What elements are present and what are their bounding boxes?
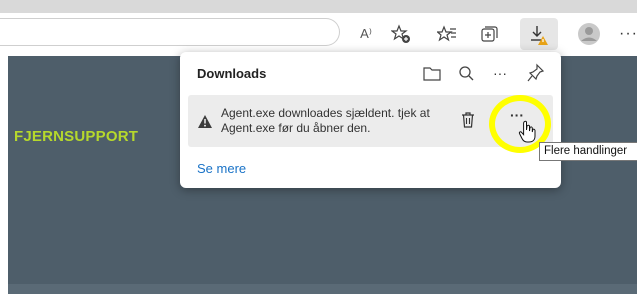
- warning-icon: [198, 115, 212, 128]
- see-more-link[interactable]: Se mere: [197, 161, 246, 176]
- read-aloud-icon[interactable]: A⁾: [355, 23, 377, 45]
- download-warning-text: Agent.exe downloades sjældent. tjek at A…: [221, 106, 451, 136]
- add-favorite-icon[interactable]: [390, 23, 412, 45]
- page-left-edge: [0, 56, 8, 294]
- search-icon[interactable]: [456, 62, 476, 84]
- delete-icon[interactable]: [459, 110, 477, 130]
- favorites-icon[interactable]: [436, 23, 458, 45]
- hand-cursor-icon: [518, 120, 536, 143]
- browser-menu-button[interactable]: ···: [619, 23, 637, 45]
- address-bar[interactable]: [0, 18, 340, 46]
- pin-icon[interactable]: [526, 62, 546, 84]
- tooltip: Flere handlinger: [539, 142, 637, 161]
- downloads-title: Downloads: [197, 66, 267, 81]
- tab-strip: [0, 0, 637, 13]
- more-options-label: ···: [493, 65, 507, 81]
- profile-avatar-icon[interactable]: [576, 23, 602, 45]
- download-icon: [531, 26, 548, 45]
- downloads-button[interactable]: [520, 18, 558, 50]
- warning-line-1: Agent.exe downloades sjældent. tjek at: [221, 106, 430, 120]
- page-footer-band: [8, 284, 637, 294]
- warning-line-2: Agent.exe før du åbner den.: [221, 121, 371, 135]
- collections-icon[interactable]: [478, 23, 500, 45]
- read-aloud-label: A⁾: [360, 26, 372, 41]
- site-brand[interactable]: FJERNSUPPORT: [14, 128, 138, 145]
- open-folder-icon[interactable]: [422, 62, 442, 84]
- browser-menu-label: ···: [619, 25, 637, 42]
- browser-window: A⁾ ··· FJERNSUPPORT Downloads ··· Agent.…: [0, 0, 637, 294]
- downloads-more-options-button[interactable]: ···: [490, 62, 510, 84]
